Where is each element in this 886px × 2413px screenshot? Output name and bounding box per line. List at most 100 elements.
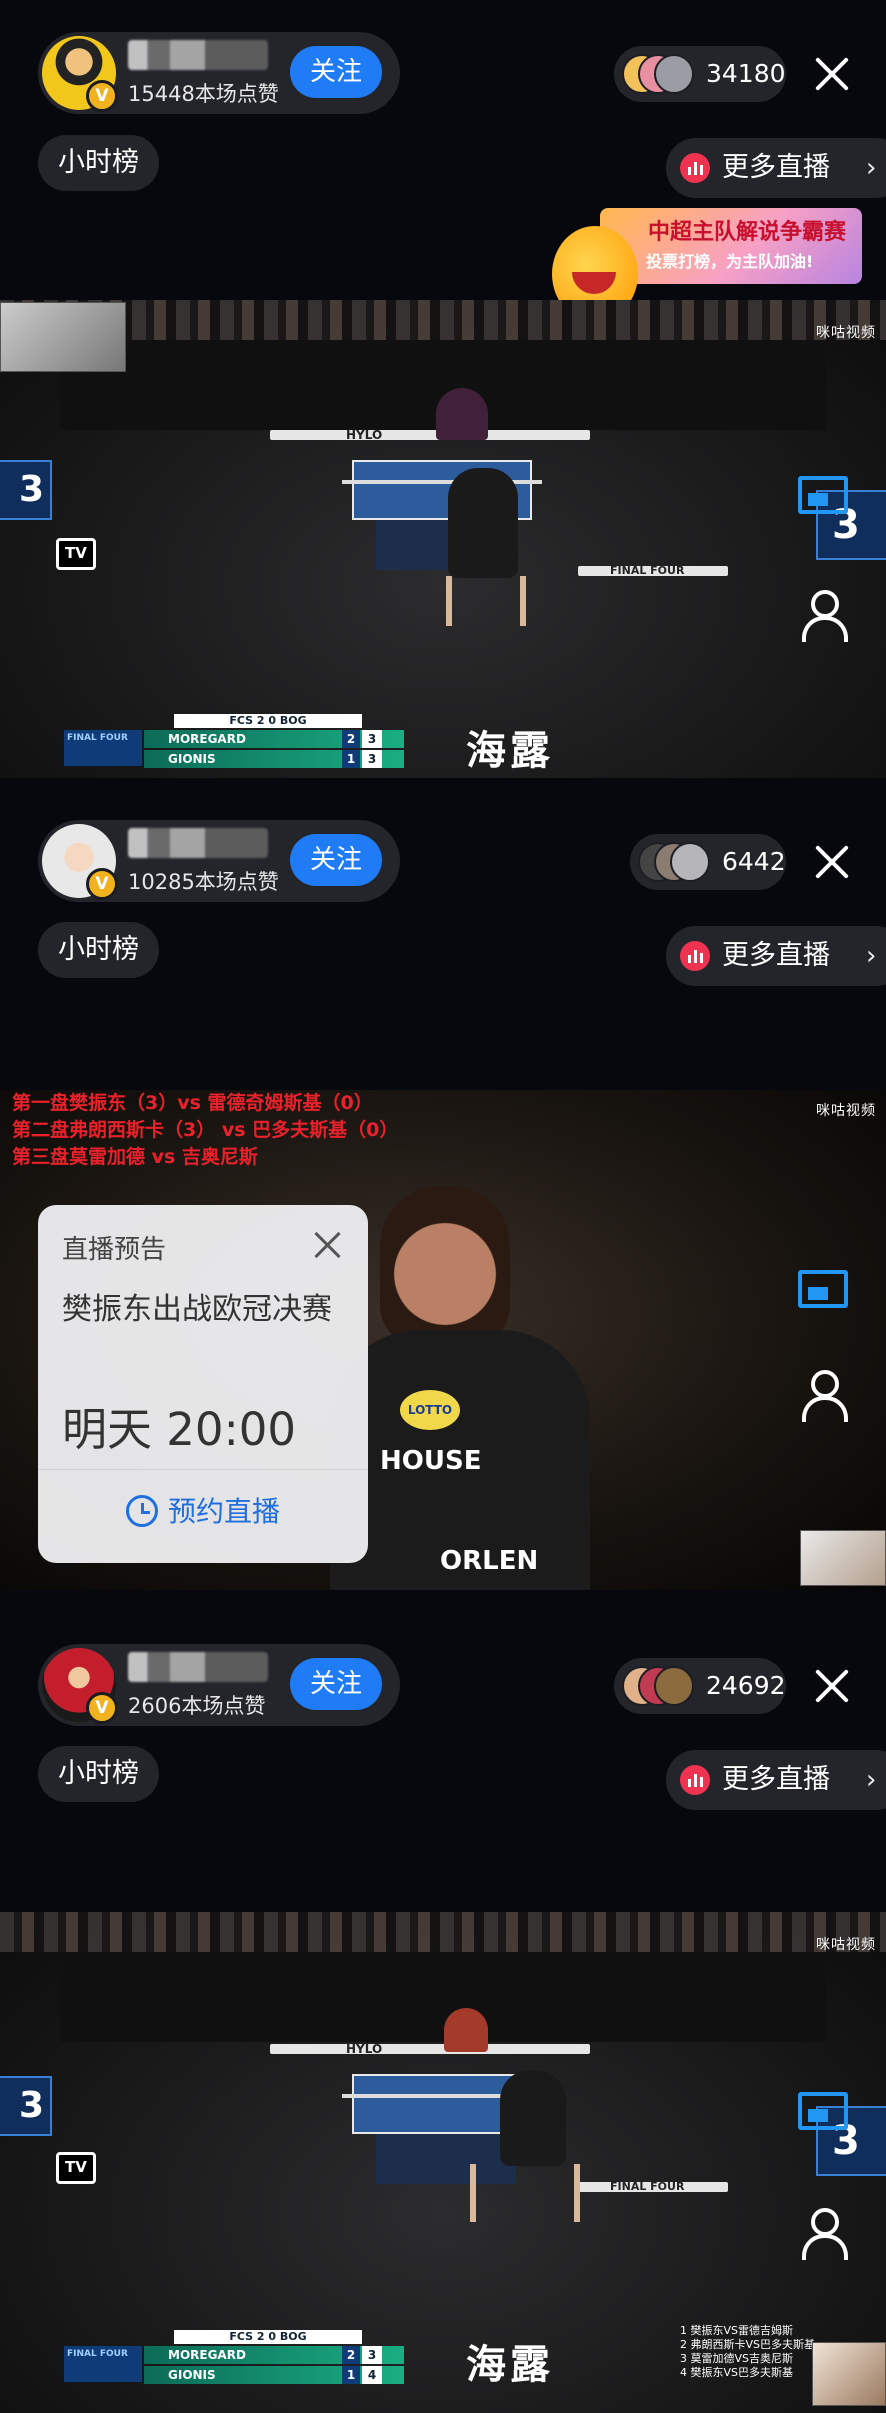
bar-chart-icon bbox=[680, 941, 710, 971]
final-four-floor-text: FINAL FOUR bbox=[610, 2180, 685, 2193]
migu-logo: 咪咕视频 bbox=[816, 1934, 876, 1967]
crowd-backdrop bbox=[0, 1912, 886, 1952]
migu-logo: 咪咕视频 bbox=[816, 322, 876, 355]
live-preview-card: 直播预告 樊振东出战欧冠决赛 明天 20:00 预约直播 bbox=[38, 1205, 368, 1563]
preview-title: 直播预告 bbox=[62, 1235, 167, 1265]
chevron-right-icon: › bbox=[866, 941, 877, 971]
arena-backdrop bbox=[60, 1952, 826, 2042]
caption-line: 第二盘弗朗西斯卡（3） vs 巴多夫斯基（0） bbox=[12, 1119, 399, 1141]
cam-thumbnail[interactable] bbox=[812, 2342, 886, 2406]
divider bbox=[38, 1469, 368, 1470]
viewer-count: 6442 bbox=[722, 847, 786, 876]
match-caption-list: 1 樊振东VS雷德吉姆斯 2 弗朗西斯卡VS巴多夫斯基 3 莫雷加德VS吉奥尼斯… bbox=[680, 2324, 815, 2380]
person-icon[interactable] bbox=[800, 1370, 848, 1422]
follow-button[interactable]: 关注 bbox=[290, 834, 382, 886]
player-sets: 2 bbox=[342, 730, 360, 748]
team-a-score: 2 bbox=[256, 2330, 265, 2343]
close-icon[interactable] bbox=[814, 1668, 850, 1704]
chevron-right-icon: › bbox=[866, 1765, 877, 1795]
video-player[interactable]: 咪咕视频 HYLO FINAL FOUR 3 3 FCS 2 0 BOG FIN… bbox=[0, 300, 886, 778]
viewer-pill[interactable]: 6442 bbox=[630, 834, 786, 890]
picture-in-picture-icon[interactable] bbox=[798, 476, 848, 514]
bar-chart-icon bbox=[680, 1765, 710, 1795]
close-icon[interactable] bbox=[314, 1231, 342, 1259]
player-points: 3 bbox=[362, 750, 382, 768]
score-row: GIONIS 1 3 bbox=[64, 750, 428, 768]
person-icon[interactable] bbox=[800, 2208, 848, 2260]
more-live-button[interactable]: 更多直播 › bbox=[666, 138, 886, 198]
migu-logo-text: 咪咕 bbox=[816, 1103, 846, 1119]
lotto-sponsor-badge: LOTTO bbox=[400, 1390, 460, 1430]
host-name-blurred bbox=[128, 40, 268, 70]
player-sets: 1 bbox=[342, 2366, 360, 2384]
score-row: MOREGARD 2 3 bbox=[64, 730, 428, 748]
host-info-pill[interactable]: V 15448本场点赞 关注 bbox=[38, 32, 400, 114]
follow-button[interactable]: 关注 bbox=[290, 46, 382, 98]
sponsor-logo: 海露 bbox=[466, 2341, 554, 2388]
hylo-text: HYLO bbox=[346, 428, 383, 442]
more-live-label: 更多直播 bbox=[722, 1764, 830, 1795]
crowd-backdrop bbox=[0, 300, 886, 340]
team-a: FCS bbox=[229, 2330, 254, 2343]
team-b: BOG bbox=[279, 2330, 307, 2343]
follow-button[interactable]: 关注 bbox=[290, 1658, 382, 1710]
player-far bbox=[444, 2008, 488, 2052]
verified-icon: V bbox=[86, 868, 118, 900]
team-b: BOG bbox=[279, 714, 307, 727]
player-sets: 1 bbox=[342, 750, 360, 768]
video-player[interactable]: 咪咕视频 HYLO FINAL FOUR 3 3 FCS 2 0 BOG FIN… bbox=[0, 1912, 886, 2413]
more-live-label: 更多直播 bbox=[722, 940, 830, 971]
verified-icon: V bbox=[86, 1692, 118, 1724]
viewer-count: 24692 bbox=[706, 1671, 786, 1700]
caption-line: 1 樊振东VS雷德吉姆斯 bbox=[680, 2324, 794, 2337]
more-live-label: 更多直播 bbox=[722, 152, 830, 183]
promo-banner[interactable]: 中超主队解说争霸赛 投票打榜，为主队加油! bbox=[600, 208, 862, 284]
hourly-rank-button[interactable]: 小时榜 bbox=[38, 922, 159, 978]
migu-logo-sub: 视频 bbox=[846, 325, 876, 341]
viewer-avatar bbox=[654, 1666, 694, 1706]
score-row: GIONIS 1 4 bbox=[64, 2366, 428, 2384]
more-live-button[interactable]: 更多直播 › bbox=[666, 926, 886, 986]
player-points: 3 bbox=[362, 2346, 382, 2364]
viewer-pill[interactable]: 24692 bbox=[614, 1658, 786, 1714]
chevron-right-icon: › bbox=[866, 153, 877, 183]
score-overlay: FCS 2 0 BOG FINAL FOUR MOREGARD 2 3 GION… bbox=[64, 714, 428, 770]
final-four-floor-text: FINAL FOUR bbox=[610, 564, 685, 577]
tv-icon[interactable] bbox=[56, 538, 96, 570]
side-scoreboard-left: 3 bbox=[0, 2076, 52, 2136]
viewer-pill[interactable]: 34180 bbox=[614, 46, 786, 102]
host-name-blurred bbox=[128, 828, 268, 858]
player-sets: 2 bbox=[342, 2346, 360, 2364]
bar-chart-icon bbox=[680, 153, 710, 183]
side-scoreboard-left: 3 bbox=[0, 460, 52, 520]
person-icon[interactable] bbox=[800, 590, 848, 642]
book-live-button[interactable]: 预约直播 bbox=[38, 1477, 368, 1547]
host-likes-count: 15448本场点赞 bbox=[128, 82, 279, 106]
cam-thumbnail[interactable] bbox=[0, 302, 126, 372]
host-likes-count: 2606本场点赞 bbox=[128, 1694, 266, 1718]
preview-event: 樊振东出战欧冠决赛 bbox=[62, 1292, 332, 1327]
migu-logo-sub: 视频 bbox=[846, 1937, 876, 1953]
more-live-button[interactable]: 更多直播 › bbox=[666, 1750, 886, 1810]
tv-icon[interactable] bbox=[56, 2152, 96, 2184]
team-score-header: FCS 2 0 BOG bbox=[174, 2330, 362, 2344]
picture-in-picture-icon[interactable] bbox=[798, 2092, 848, 2130]
hourly-rank-button[interactable]: 小时榜 bbox=[38, 135, 159, 191]
picture-in-picture-icon[interactable] bbox=[798, 1270, 848, 1308]
floor-hylo-banner bbox=[270, 430, 590, 440]
caption-line: 2 弗朗西斯卡VS巴多夫斯基 bbox=[680, 2338, 816, 2351]
cam-thumbnail[interactable] bbox=[800, 1530, 886, 1586]
host-info-pill[interactable]: V 10285本场点赞 关注 bbox=[38, 820, 400, 902]
migu-logo-text: 咪咕 bbox=[816, 1937, 846, 1953]
live-screen-1: V 15448本场点赞 关注 34180 小时榜 更多直播 › 中超主队解说争霸… bbox=[0, 0, 886, 790]
caption-line: 第一盘樊振东（3）vs 雷德奇姆斯基（0） bbox=[12, 1092, 373, 1114]
verified-icon: V bbox=[86, 80, 118, 112]
host-name-blurred bbox=[128, 1652, 268, 1682]
close-icon[interactable] bbox=[814, 844, 850, 880]
hourly-rank-button[interactable]: 小时榜 bbox=[38, 1746, 159, 1802]
sponsor-logo: 海露 bbox=[466, 727, 554, 774]
team-a: FCS bbox=[229, 714, 254, 727]
viewer-avatar bbox=[654, 54, 694, 94]
host-info-pill[interactable]: V 2606本场点赞 关注 bbox=[38, 1644, 400, 1726]
close-icon[interactable] bbox=[814, 56, 850, 92]
